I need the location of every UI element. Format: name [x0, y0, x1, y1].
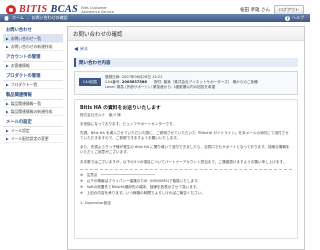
chevron-right-icon: ▶ — [6, 63, 9, 68]
sidebar-item-label: 製品関連情報の新規作成 — [10, 108, 53, 114]
page-title: お問い合わせの確認 — [73, 31, 123, 38]
sidebar-item-label: お問い合わせ一覧 — [10, 35, 42, 41]
back-link[interactable]: 戻る — [74, 46, 298, 52]
meta-lines: 登録日時: 2007年06月28日 13:21 CA4番号: 200563758… — [105, 75, 293, 91]
message-divider — [80, 168, 292, 170]
user-name: 桜田 孝雄 さん — [240, 8, 270, 13]
meta-level: Level: 緊急 (外部サポート) / 緊急度から: 3度影響以内の回答を希望 — [105, 85, 216, 90]
message-body: Bitis HA の資料をお送りいたします 株式会社光ルナ 曽川 様 お世話にな… — [74, 98, 298, 239]
help-icon: ? — [285, 15, 290, 21]
sidebar-item-mail-delivery[interactable]: ▶ メール配信設定の変更 — [3, 135, 63, 143]
chevron-right-icon: ▶ — [6, 136, 9, 141]
help-link[interactable]: ? ヘルプ — [285, 14, 304, 22]
breadcrumb-separator-icon: › — [26, 15, 29, 21]
sidebar-item-customer-info[interactable]: ▶ お客様情報 — [3, 62, 63, 70]
sidebar-item-label: プロダクト一覧 — [10, 81, 38, 87]
sidebar-item-label: お問い合わせの新規作成 — [10, 43, 53, 49]
logo-tagline: Bitis Customer Assistance Service — [81, 5, 114, 14]
inquiry-meta: CA4回答 登録日時: 2007年06月28日 13:21 CA4番号: 200… — [74, 71, 298, 95]
message-paragraph: お手数ではございますが、以下の3つの項目についてパートナーアカウント担当まで、ご… — [80, 159, 287, 164]
breadcrumb-item-current: お問い合わせの確認 — [31, 15, 68, 20]
message-note: ※ 上記の内容を承ります。いつ稼働の時間でよろしければご報告ください。 — [80, 191, 205, 196]
sidebar-group-title[interactable]: お問い合わせ — [3, 26, 63, 35]
sidebar: お問い合わせ ▶ お問い合わせ一覧 ▶ お問い合わせの新規作成 アカウントの管理 ▶… — [3, 26, 63, 250]
message-recipient: 株式会社光ルナ 曽川 様 — [80, 112, 121, 117]
help-label: ヘルプ — [292, 15, 304, 20]
sidebar-group-title[interactable]: アカウントの管理 — [3, 53, 63, 62]
breadcrumb-item-home[interactable]: ホーム — [12, 15, 24, 21]
chevron-right-icon: ▶ — [6, 36, 9, 41]
sidebar-group-product-info: 製品関連情報 ▶ 製品関連情報一覧 ▶ 製品関連情報の新規作成 — [3, 91, 63, 116]
main-panel: お問い合わせの確認 戻る 問い合わせ内容 CA4回答 登録日時: 2007年06… — [67, 26, 305, 250]
sidebar-group-title[interactable]: プロダクトの管理 — [3, 72, 63, 81]
sidebar-item-product-info-list[interactable]: ▶ 製品関連情報一覧 — [3, 100, 63, 108]
message-paragraph: お世話になっております。ビュッフサポートセンターです。 — [80, 121, 176, 126]
home-icon[interactable] — [4, 15, 9, 21]
message-note: ※ 以下の情報はプライバシー保護のため（ISM/ISMS)で取扱いたします。 — [80, 179, 201, 184]
section-title: 問い合わせ内容 — [74, 58, 298, 67]
status-badge: CA4回答 — [79, 78, 101, 86]
message-note: ※ Softの設置先とBitisHA適用先の端末、回線を各表示させて貰います。 — [80, 185, 200, 190]
chevron-right-icon: ▶ — [6, 44, 9, 49]
sidebar-item-label: お客様情報 — [10, 62, 30, 68]
sidebar-item-label: 製品関連情報一覧 — [10, 100, 42, 106]
message-title: Bitis HA の資料をお送りいたします — [80, 105, 161, 111]
sidebar-item-inquiry-list[interactable]: ▶ お問い合わせ一覧 — [3, 35, 63, 43]
chevron-right-icon: ▶ — [6, 101, 9, 106]
message-paragraph: 先週、Bitis HA を導入させていただいた際に、ご説明させていただいた「Bi… — [80, 130, 289, 141]
chevron-right-icon: ▶ — [6, 82, 9, 87]
back-label: 戻る — [80, 46, 88, 51]
sidebar-group-inquiries: お問い合わせ ▶ お問い合わせ一覧 ▶ お問い合わせの新規作成 — [3, 26, 63, 51]
logo-mark-icon — [6, 4, 16, 15]
message-note: ※ 注意点 ───────────────────────── — [80, 172, 156, 177]
sidebar-item-product-list[interactable]: ▶ プロダクト一覧 — [3, 81, 63, 89]
sidebar-item-mail-settings[interactable]: ▶ メール設定 — [3, 127, 63, 135]
nav-bar: ホーム › お問い合わせの確認 ? ヘルプ — [0, 14, 310, 22]
sidebar-group-title[interactable]: 製品関連情報 — [3, 91, 63, 100]
sidebar-group-mail: メールの設定 ▶ メール設定 ▶ メール配信設定の変更 — [3, 118, 63, 143]
sidebar-group-account: アカウントの管理 ▶ お客様情報 — [3, 53, 63, 70]
chevron-right-icon: ▶ — [6, 128, 9, 133]
page-title-bar: お問い合わせの確認 — [68, 27, 304, 41]
sidebar-item-product-info-new[interactable]: ▶ 製品関連情報の新規作成 — [3, 108, 63, 116]
sidebar-item-label: メール配信設定の変更 — [10, 135, 49, 141]
sidebar-group-title[interactable]: メールの設定 — [3, 118, 63, 127]
chevron-right-icon: ▶ — [6, 109, 9, 114]
meta-from: 配付: 曽我（株式会社アイネットサポーターズ） 様からのご依頼 — [153, 80, 258, 85]
breadcrumb: ホーム › お問い合わせの確認 — [4, 14, 68, 22]
back-arrow-icon — [74, 47, 78, 51]
message-paragraph: また、先週ようりっ子様が発生の Bitis HA に関り導いて送付できましたら、… — [80, 145, 290, 155]
message-list-item: 1. Supervisor設定 — [80, 200, 111, 205]
case-number-value: 2005637586 — [121, 80, 147, 85]
sidebar-item-label: メール設定 — [10, 127, 30, 133]
sidebar-group-products: プロダクトの管理 ▶ プロダクト一覧 — [3, 72, 63, 89]
sidebar-item-new-inquiry[interactable]: ▶ お問い合わせの新規作成 — [3, 43, 63, 51]
case-number-label: CA4番号 — [105, 80, 120, 85]
main-content: 戻る 問い合わせ内容 CA4回答 登録日時: 2007年06月28日 13:21… — [68, 41, 304, 244]
